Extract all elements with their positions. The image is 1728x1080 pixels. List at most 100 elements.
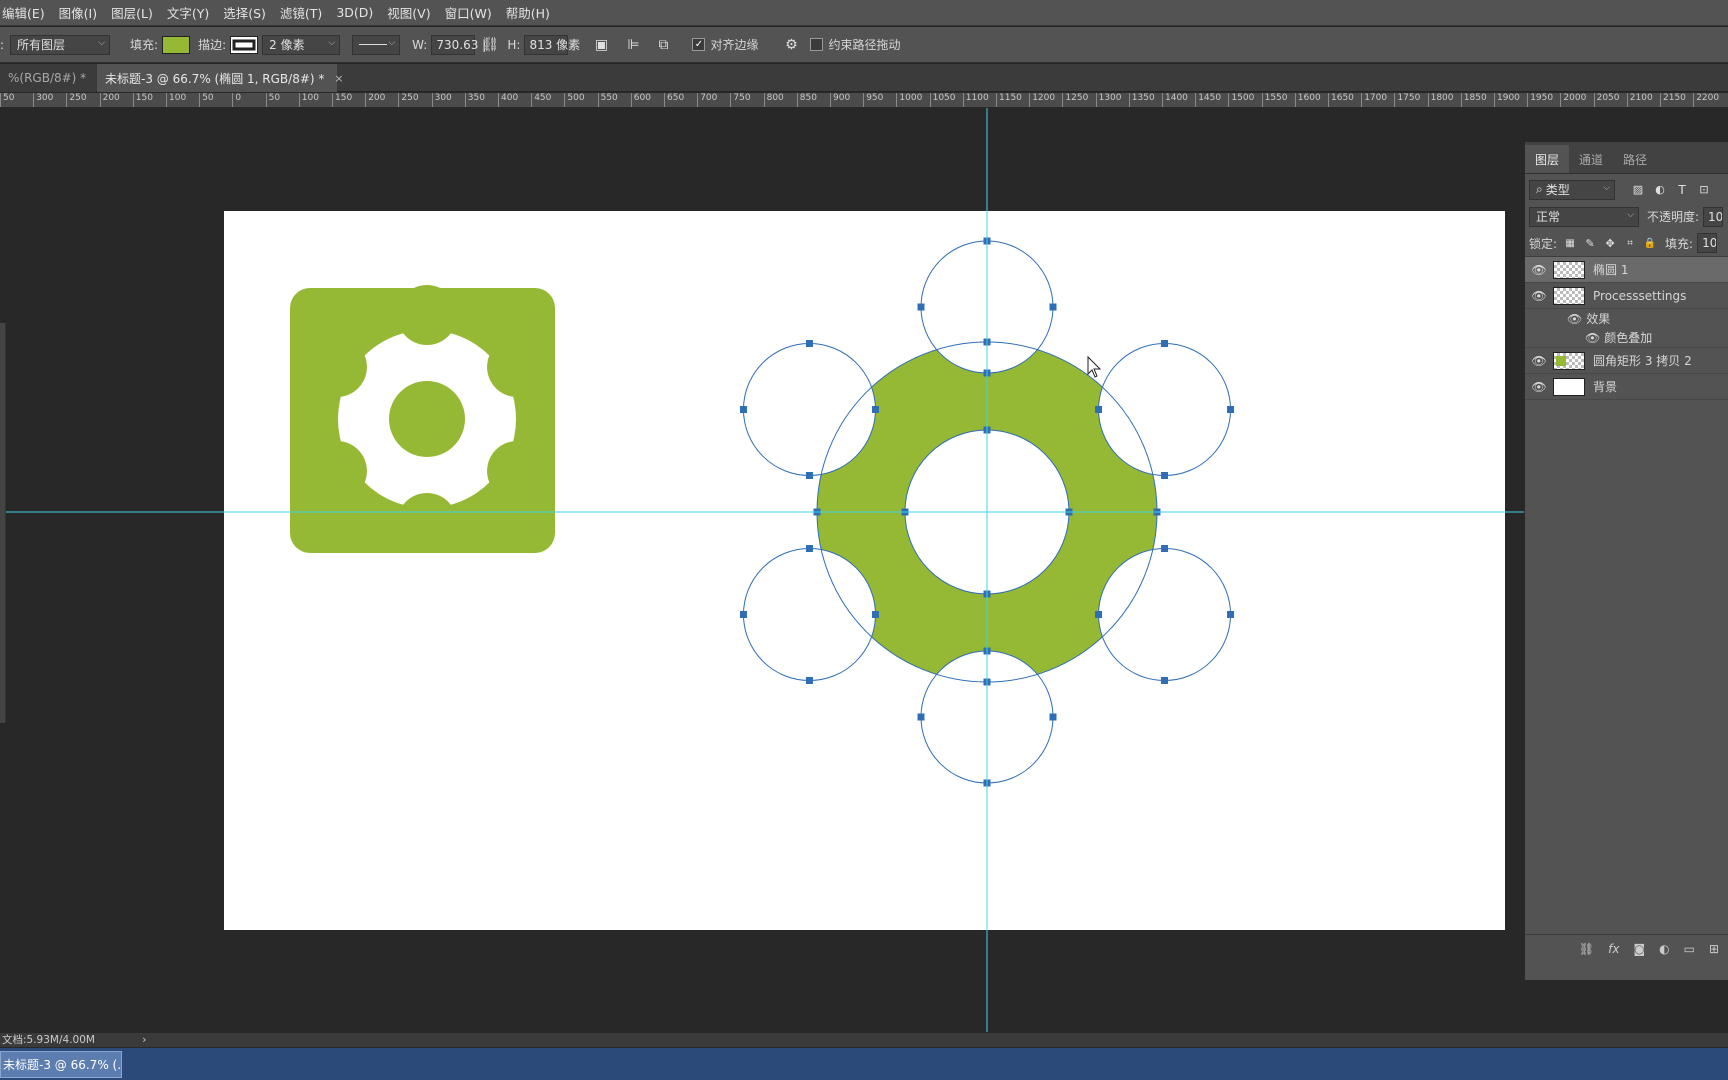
menu-layer[interactable]: 图层(L) xyxy=(111,3,153,22)
options-bar: : 所有图层 ⌵ 填充: 描边: 2 像素 ⌵ ⌵ W: 730.63 | ⛓ … xyxy=(0,27,1728,63)
chevron-down-icon: ⌵ xyxy=(328,37,336,48)
tab-document-1[interactable]: %(RGB/8#) * × xyxy=(0,64,105,92)
tab-layers[interactable]: 图层 xyxy=(1525,145,1570,173)
ruler-tick: 150 xyxy=(132,93,153,107)
ruler-tick: 600 xyxy=(630,93,651,107)
adjustment-layer-icon[interactable]: ◐ xyxy=(1659,942,1669,956)
ruler-tick: 2200 xyxy=(1693,93,1719,107)
status-menu-arrow[interactable]: › xyxy=(142,1034,146,1046)
layer-row-ellipse[interactable]: 👁 椭圆 1 xyxy=(1525,257,1728,283)
lock-move-icon[interactable]: ✥ xyxy=(1601,234,1619,252)
tab-channels[interactable]: 通道 xyxy=(1569,145,1613,173)
ruler-tick: 1800 xyxy=(1427,93,1454,107)
lock-brush-icon[interactable]: ✎ xyxy=(1581,234,1599,252)
layer-effects-row[interactable]: 👁 效果 xyxy=(1525,309,1728,328)
anchor-point xyxy=(983,338,991,346)
new-group-icon[interactable]: ▭ xyxy=(1684,942,1695,956)
lock-all-icon[interactable]: 🔒 xyxy=(1641,234,1659,252)
anchor-point xyxy=(871,611,879,618)
path-operations-icon[interactable]: ▣ xyxy=(592,36,610,54)
add-mask-icon[interactable]: ◙ xyxy=(1633,942,1645,956)
tab-label: %(RGB/8#) * xyxy=(8,71,87,85)
menu-edit[interactable]: 编辑(E) xyxy=(2,3,45,22)
stroke-width-dropdown[interactable]: 2 像素 ⌵ xyxy=(262,34,341,55)
anchor-point xyxy=(1049,303,1057,311)
layer-row-processsettings[interactable]: 👁 Processsettings xyxy=(1525,283,1728,309)
menu-3d[interactable]: 3D(D) xyxy=(336,5,373,20)
fill-color-swatch[interactable] xyxy=(162,35,191,54)
menu-filter[interactable]: 滤镜(T) xyxy=(280,3,322,22)
ruler-tick: 50 xyxy=(0,93,14,107)
link-layers-icon[interactable]: ⛓ xyxy=(1579,942,1594,956)
layer-row-background[interactable]: 👁 背景 xyxy=(1525,374,1728,400)
ruler-tick: 2000 xyxy=(1560,93,1586,107)
left-panel-edge[interactable] xyxy=(0,323,6,723)
anchor-point xyxy=(917,713,925,721)
menu-image[interactable]: 图像(I) xyxy=(59,3,97,22)
eye-icon[interactable]: 👁 xyxy=(1525,289,1553,303)
filter-kind-dropdown[interactable]: ⌕ 类型 ⌵ xyxy=(1529,179,1615,200)
eye-icon[interactable]: 👁 xyxy=(1525,263,1553,277)
taskbar: 未标题-3 @ 66.7% (... xyxy=(0,1048,1728,1080)
new-layer-icon[interactable]: ⊞ xyxy=(1709,942,1719,956)
align-edges-label: 对齐边缘 xyxy=(710,38,759,52)
stroke-type-dropdown[interactable]: ⌵ xyxy=(352,34,401,55)
eye-icon[interactable]: 👁 xyxy=(1567,312,1582,326)
filter-pixel-icon[interactable]: ▨ xyxy=(1629,181,1647,199)
gear-notch xyxy=(306,441,367,501)
menu-view[interactable]: 视图(V) xyxy=(387,3,430,22)
lock-transparent-icon[interactable]: ▦ xyxy=(1561,234,1579,252)
anchor-point xyxy=(805,677,813,684)
layer-thumbnail xyxy=(1553,377,1585,396)
align-edges-checkbox[interactable]: ✓ xyxy=(692,38,706,51)
ruler-tick: 200 xyxy=(99,93,120,107)
tab-paths[interactable]: 路径 xyxy=(1613,145,1657,173)
ruler-tick: 350 xyxy=(464,93,485,107)
gear-icon[interactable]: ⚙ xyxy=(782,36,800,54)
anchor-point xyxy=(1161,472,1169,479)
path-arrangement-icon[interactable]: ⧉ xyxy=(654,36,672,54)
eye-icon[interactable]: 👁 xyxy=(1525,380,1553,394)
lock-artboard-icon[interactable]: ⌗ xyxy=(1621,234,1639,252)
opacity-label: 不透明度: xyxy=(1647,210,1700,224)
width-label: W: xyxy=(412,37,428,52)
layer-name: 椭圆 1 xyxy=(1593,263,1629,277)
layers-panel-footer: ⛓ fx ◙ ◐ ▭ ⊞ xyxy=(1525,934,1728,962)
menu-select[interactable]: 选择(S) xyxy=(223,3,266,22)
constrain-path-checkbox[interactable] xyxy=(810,38,824,51)
horizontal-ruler[interactable]: 50 300 250 200 150 100 50 0 50 100 150 200 250 300 350… xyxy=(0,93,1728,108)
width-input[interactable]: 730.63 | xyxy=(431,34,486,55)
eye-icon[interactable]: 👁 xyxy=(1585,331,1600,345)
menu-help[interactable]: 帮助(H) xyxy=(506,3,550,22)
anchor-point xyxy=(1161,545,1169,552)
tab-document-2[interactable]: 未标题-3 @ 66.7% (椭圆 1, RGB/8#) * × xyxy=(97,64,344,92)
menu-type[interactable]: 文字(Y) xyxy=(167,3,209,22)
link-icon[interactable]: ⛓ xyxy=(481,36,499,54)
filter-type-icon[interactable]: T xyxy=(1673,181,1691,199)
effects-label: 效果 xyxy=(1586,312,1611,326)
anchor-point xyxy=(739,611,747,618)
layer-row-rounded-rect[interactable]: 👁 圆角矩形 3 拷贝 2 xyxy=(1525,348,1728,374)
opacity-input[interactable]: 100 xyxy=(1703,206,1724,227)
menu-window[interactable]: 窗口(W) xyxy=(445,3,492,22)
document-tab-bar: %(RGB/8#) * × 未标题-3 @ 66.7% (椭圆 1, RGB/8… xyxy=(0,64,1728,92)
anchor-point xyxy=(1153,508,1161,516)
blend-mode-dropdown[interactable]: 正常 ⌵ xyxy=(1529,206,1639,227)
filter-shape-icon[interactable]: ⊡ xyxy=(1695,181,1713,199)
close-icon[interactable]: × xyxy=(334,72,343,85)
layer-select-value: 所有图层 xyxy=(17,38,66,52)
stroke-swatch[interactable] xyxy=(230,35,259,54)
path-alignment-icon[interactable]: ⊫ xyxy=(624,36,642,54)
taskbar-item-photoshop[interactable]: 未标题-3 @ 66.7% (... xyxy=(0,1051,122,1078)
fill-input[interactable]: 100 xyxy=(1697,233,1718,253)
layer-select-dropdown[interactable]: 所有图层 ⌵ xyxy=(10,34,111,55)
fx-icon[interactable]: fx xyxy=(1608,942,1619,956)
height-input[interactable]: 813 像素 xyxy=(524,34,580,55)
ruler-tick: 700 xyxy=(697,93,717,107)
eye-icon[interactable]: 👁 xyxy=(1525,354,1553,368)
color-overlay-row[interactable]: 👁 颜色叠加 xyxy=(1525,328,1728,348)
settings-icon-artwork xyxy=(290,285,555,553)
document-canvas[interactable] xyxy=(224,211,1505,930)
gear-notch xyxy=(487,337,548,397)
filter-adjustment-icon[interactable]: ◐ xyxy=(1651,181,1669,199)
